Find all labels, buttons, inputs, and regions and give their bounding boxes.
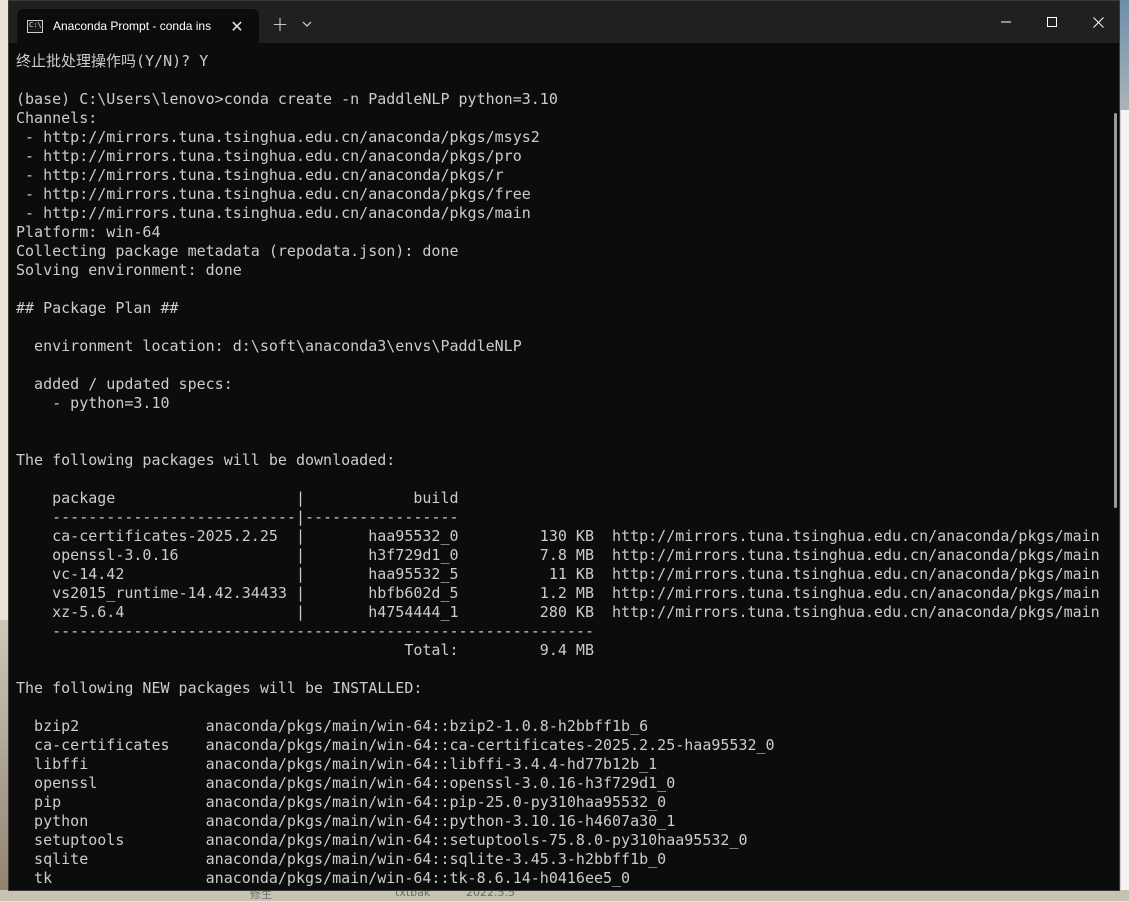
terminal-line: environment location: d:\soft\anaconda3\… [16, 337, 522, 355]
background-window-edge [1120, 110, 1129, 900]
terminal-line: pip anaconda/pkgs/main/win-64::pip-25.0-… [16, 793, 667, 811]
terminal-line: - http://mirrors.tuna.tsinghua.edu.cn/an… [16, 204, 531, 222]
terminal-line: bzip2 anaconda/pkgs/main/win-64::bzip2-1… [16, 717, 649, 735]
terminal-line: xz-5.6.4 | h4754444_1 280 KB http://mirr… [16, 603, 1100, 621]
close-icon[interactable] [1075, 1, 1121, 43]
terminal-line: The following NEW packages will be INSTA… [16, 679, 423, 697]
terminal-line: libffi anaconda/pkgs/main/win-64::libffi… [16, 755, 658, 773]
terminal-line: python anaconda/pkgs/main/win-64::python… [16, 812, 676, 830]
terminal-line: ---------------------------|------------… [16, 508, 459, 526]
terminal-output[interactable]: 终止批处理操作吗(Y/N)? Y (base) C:\Users\lenovo>c… [9, 43, 1109, 889]
terminal-line: added / updated specs: [16, 375, 233, 393]
terminal-icon [27, 19, 43, 33]
terminal-line: - python=3.10 [16, 394, 170, 412]
terminal-line: Platform: win-64 [16, 223, 161, 241]
terminal-line: vc-14.42 | haa95532_5 11 KB http://mirro… [16, 565, 1100, 583]
plus-icon[interactable]: + [267, 9, 293, 39]
background-file-list: 修生 txtbak 2022.5.5 [0, 886, 1129, 901]
terminal-line: package | build [16, 489, 459, 507]
title-bar[interactable]: Anaconda Prompt - conda ins ✕ + [9, 1, 1119, 43]
desktop-background [1120, 0, 1129, 110]
terminal-line: - http://mirrors.tuna.tsinghua.edu.cn/an… [16, 185, 531, 203]
terminal-line: ca-certificates-2025.2.25 | haa95532_0 1… [16, 527, 1100, 545]
terminal-line: - http://mirrors.tuna.tsinghua.edu.cn/an… [16, 128, 540, 146]
terminal-lines: 终止批处理操作吗(Y/N)? Y (base) C:\Users\lenovo>c… [16, 52, 1100, 888]
terminal-line: Channels: [16, 109, 98, 127]
chevron-down-icon[interactable] [297, 9, 317, 39]
close-icon[interactable]: ✕ [229, 17, 245, 36]
terminal-line: Total: 9.4 MB [16, 641, 594, 659]
terminal-line: ----------------------------------------… [16, 622, 594, 640]
terminal-line: sqlite anaconda/pkgs/main/win-64::sqlite… [16, 850, 667, 868]
terminal-line: - http://mirrors.tuna.tsinghua.edu.cn/an… [16, 147, 522, 165]
terminal-line: ca-certificates anaconda/pkgs/main/win-6… [16, 736, 775, 754]
terminal-line: openssl-3.0.16 | h3f729d1_0 7.8 MB http:… [16, 546, 1100, 564]
terminal-line: openssl anaconda/pkgs/main/win-64::opens… [16, 774, 676, 792]
terminal-line: setuptools anaconda/pkgs/main/win-64::se… [16, 831, 748, 849]
tab-title: Anaconda Prompt - conda ins [53, 19, 212, 33]
tab-anaconda-prompt[interactable]: Anaconda Prompt - conda ins ✕ [17, 9, 259, 43]
terminal-line: tk anaconda/pkgs/main/win-64::tk-8.6.14-… [16, 869, 631, 887]
minimize-icon[interactable] [983, 1, 1029, 43]
terminal-line: vs2015_runtime-14.42.34433 | hbfb602d_5 … [16, 584, 1100, 602]
terminal-line: Solving environment: done [16, 261, 242, 279]
terminal-line: (base) C:\Users\lenovo>conda create -n P… [16, 90, 558, 108]
desktop-background-left [0, 620, 8, 901]
scrollbar[interactable] [1114, 113, 1117, 508]
terminal-line: Collecting package metadata (repodata.js… [16, 242, 459, 260]
terminal-line: 终止批处理操作吗(Y/N)? Y [16, 52, 209, 70]
terminal-line: ## Package Plan ## [16, 299, 179, 317]
terminal-window: Anaconda Prompt - conda ins ✕ + 终止批处理操作吗… [8, 0, 1120, 891]
terminal-line: The following packages will be downloade… [16, 451, 396, 469]
maximize-icon[interactable] [1029, 1, 1075, 43]
terminal-line: - http://mirrors.tuna.tsinghua.edu.cn/an… [16, 166, 504, 184]
